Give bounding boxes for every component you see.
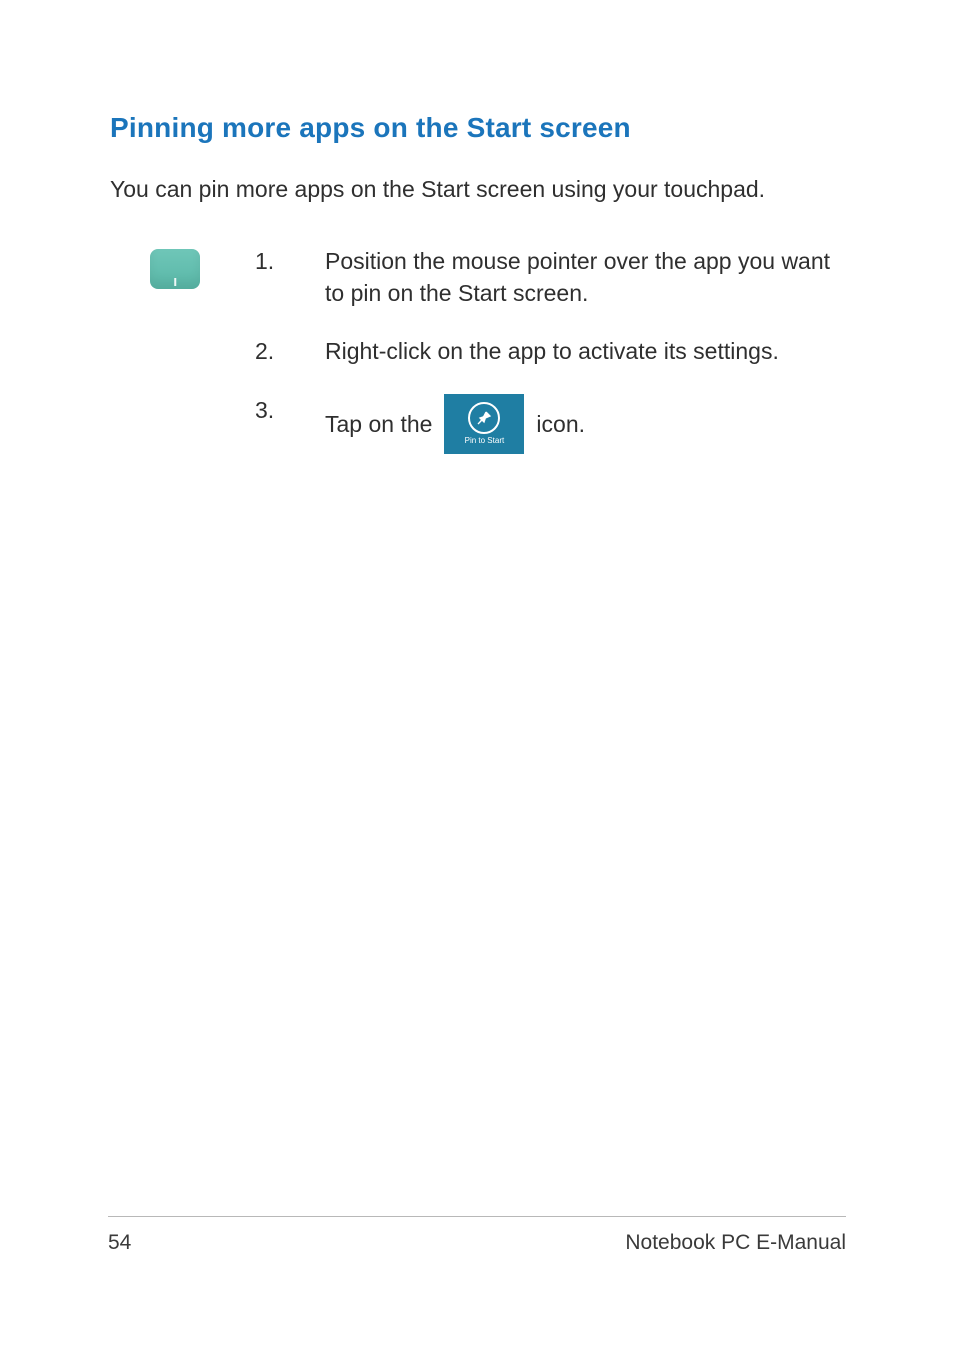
pin-icon-label: Pin to Start [465,437,505,445]
step-prefix: Tap on the [325,408,432,440]
pin-to-start-icon: Pin to Start [444,394,524,454]
step-number: 3. [255,394,325,426]
document-page: Pinning more apps on the Start screen Yo… [0,0,954,1345]
step-text: Tap on the Pin to Start icon. [325,394,846,454]
page-footer: 54 Notebook PC E-Manual [108,1216,846,1255]
step-item: 1. Position the mouse pointer over the a… [255,245,846,309]
instruction-block: 1. Position the mouse pointer over the a… [110,245,846,480]
section-heading: Pinning more apps on the Start screen [110,112,846,144]
step-number: 2. [255,335,325,367]
step-text: Position the mouse pointer over the app … [325,245,846,309]
footer-row: 54 Notebook PC E-Manual [108,1231,846,1255]
step-text: Right-click on the app to activate its s… [325,335,846,367]
step-suffix: icon. [536,408,585,440]
pin-circle-icon [468,402,500,434]
doc-title: Notebook PC E-Manual [625,1231,846,1255]
page-number: 54 [108,1231,131,1255]
steps-list: 1. Position the mouse pointer over the a… [255,245,846,480]
touchpad-icon [150,249,200,289]
step-item: 3. Tap on the Pin to Start icon. [255,394,846,454]
step-number: 1. [255,245,325,277]
intro-paragraph: You can pin more apps on the Start scree… [110,174,846,205]
footer-divider [108,1216,846,1217]
step-item: 2. Right-click on the app to activate it… [255,335,846,367]
